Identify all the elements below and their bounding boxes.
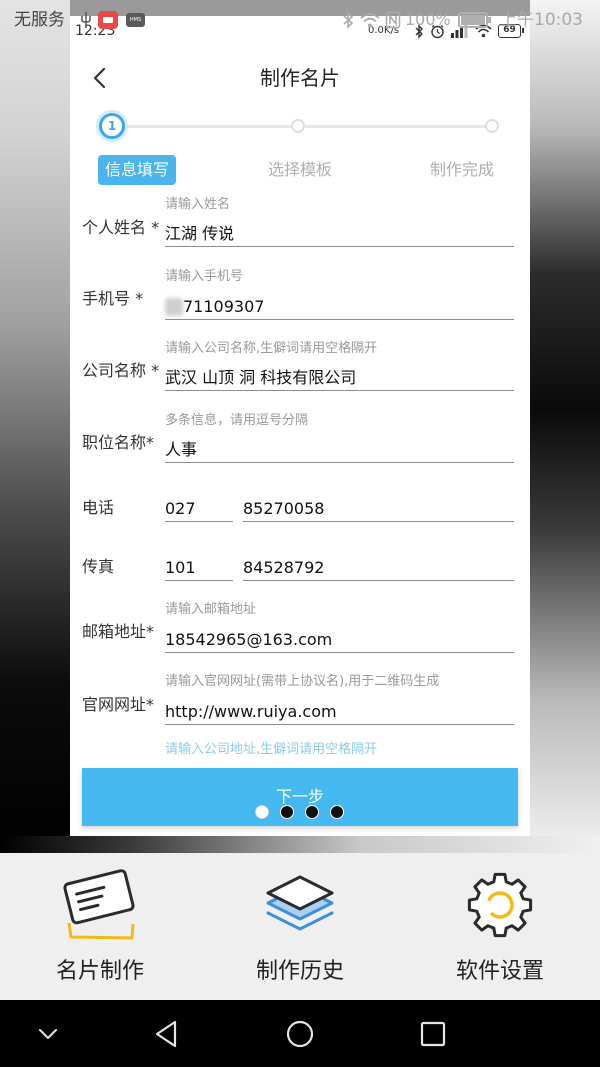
company-label: 公司名称 *: [82, 361, 160, 380]
outer-status-bar: 无服务 HMS 100% 上午10:03: [0, 0, 600, 40]
nav-item-make-card[interactable]: 名片制作: [0, 853, 200, 1000]
bluetooth-icon: [343, 11, 354, 29]
fax-area-code-value: 101: [165, 558, 196, 577]
name-label: 个人姓名 *: [82, 218, 160, 237]
hms-icon: HMS: [126, 13, 145, 27]
pager-dot[interactable]: [280, 805, 294, 819]
tel-area-code-value: 027: [165, 499, 196, 518]
tel-area-code-input[interactable]: 027: [165, 494, 233, 522]
tel-label: 电话: [82, 498, 115, 517]
app-screenshot: 12:23 0.0K/s 69 制作名片 1 信息填写 选择模板 制作完成 请输…: [70, 16, 530, 836]
email-label: 邮箱地址*: [82, 622, 155, 641]
phone-label: 手机号 *: [82, 289, 144, 308]
website-placeholder: 请输入官网网址(需带上协议名),用于二维码生成: [165, 674, 440, 689]
name-input[interactable]: 江湖 传说: [165, 219, 514, 247]
website-label: 官网网址*: [82, 695, 155, 714]
chevron-down-icon[interactable]: [32, 1018, 64, 1050]
layers-icon[interactable]: [260, 865, 340, 945]
email-input[interactable]: 18542965@163.com: [165, 625, 514, 653]
tel-number-value: 85270058: [243, 499, 325, 518]
fax-number-input[interactable]: 84528792: [243, 553, 514, 581]
company-value: 武汉 山顶 洞 科技有限公司: [165, 368, 357, 387]
page-indicator: [255, 805, 355, 819]
gear-icon[interactable]: [460, 865, 540, 945]
tel-number-input[interactable]: 85270058: [243, 494, 514, 522]
clock: 上午10:03: [500, 10, 583, 30]
fax-number-value: 84528792: [243, 558, 325, 577]
company-input[interactable]: 武汉 山顶 洞 科技有限公司: [165, 363, 514, 391]
pager-dot[interactable]: [330, 805, 344, 819]
nav-label-history: 制作历史: [255, 959, 344, 984]
nav-item-history[interactable]: 制作历史: [200, 853, 400, 1000]
position-placeholder: 多条信息，请用逗号分隔: [165, 413, 309, 428]
backdrop-left: [0, 0, 70, 853]
card-info-form: 请输入姓名 个人姓名 * 江湖 传说 请输入手机号 手机号 * 71109307…: [70, 16, 530, 755]
wifi-icon: [360, 13, 380, 28]
back-triangle-icon[interactable]: [151, 1018, 183, 1050]
website-input[interactable]: http://www.ruiya.com: [165, 697, 514, 725]
usb-icon: [81, 12, 91, 28]
screen: 12:23 0.0K/s 69 制作名片 1 信息填写 选择模板 制作完成 请输…: [0, 0, 600, 1067]
position-label: 职位名称*: [82, 433, 155, 452]
phone-placeholder: 请输入手机号: [165, 269, 244, 284]
bottom-nav: 名片制作 制作历史 软件设置: [0, 853, 600, 1000]
position-input[interactable]: 人事: [165, 435, 514, 463]
fax-label: 传真: [82, 557, 115, 576]
redacted-mask: [165, 298, 183, 316]
nav-label-settings: 软件设置: [455, 959, 544, 984]
battery-percent: 100%: [405, 10, 451, 29]
recents-square-icon[interactable]: [417, 1018, 449, 1050]
carrier-status: 无服务: [14, 10, 65, 30]
fax-area-code-input[interactable]: 101: [165, 553, 233, 581]
system-nav-bar: [0, 1000, 600, 1067]
company-placeholder: 请输入公司名称,生僻词请用空格隔开: [165, 341, 378, 356]
app-notification-icon: [98, 11, 118, 29]
pager-dot-active[interactable]: [255, 805, 269, 819]
name-value: 江湖 传说: [165, 224, 235, 243]
email-placeholder: 请输入邮箱地址: [165, 602, 257, 617]
phone-value: 71109307: [183, 297, 265, 316]
phone-input[interactable]: 71109307: [165, 292, 514, 320]
name-placeholder: 请输入姓名: [165, 197, 231, 212]
nfc-icon: [385, 11, 401, 29]
home-circle-icon[interactable]: [284, 1018, 316, 1050]
email-value: 18542965@163.com: [165, 630, 333, 649]
address-placeholder: 请输入公司地址,生僻词请用空格隔开: [165, 742, 378, 755]
nav-label-make-card: 名片制作: [55, 959, 144, 984]
backdrop-right: [530, 0, 600, 853]
website-value: http://www.ruiya.com: [165, 702, 337, 721]
backdrop-bottom: [0, 836, 600, 853]
business-card-icon[interactable]: [60, 865, 140, 945]
pager-dot[interactable]: [305, 805, 319, 819]
nav-item-settings[interactable]: 软件设置: [400, 853, 600, 1000]
battery-icon: [458, 12, 491, 28]
position-value: 人事: [165, 440, 198, 459]
